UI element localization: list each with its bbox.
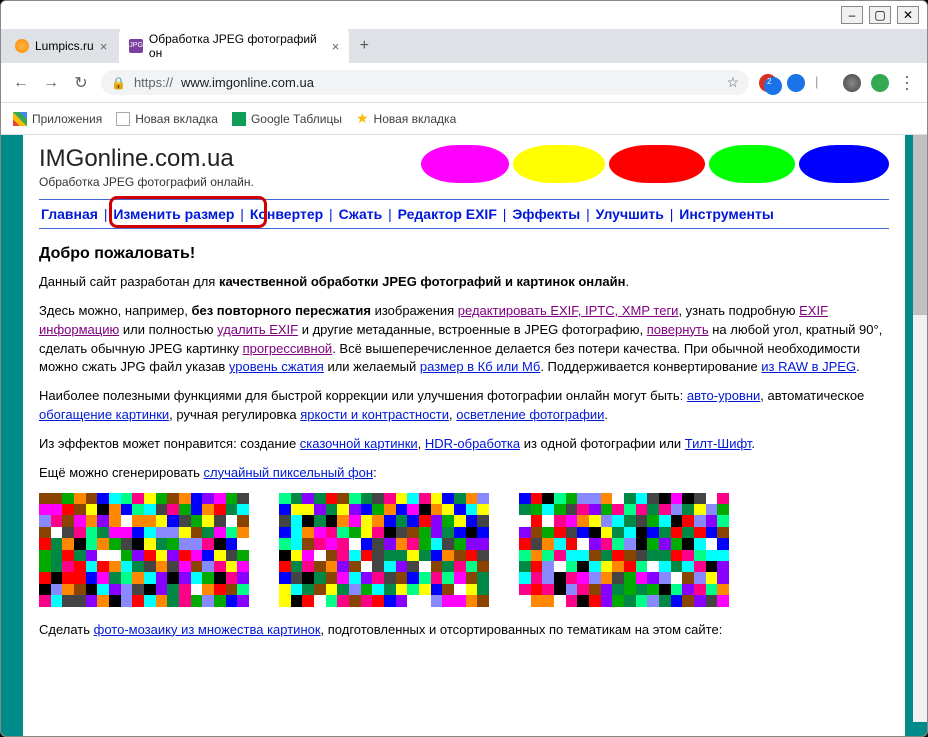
link-mosaic[interactable]: фото-мозаику из множества картинок <box>94 622 321 637</box>
link-raw-jpeg[interactable]: из RAW в JPEG <box>761 359 856 374</box>
link-progressive[interactable]: прогрессивной <box>243 341 333 356</box>
window-titlebar: – ▢ ✕ <box>1 1 927 29</box>
link-auto-levels[interactable]: авто-уровни <box>687 388 760 403</box>
mosaic-paragraph: Сделать фото-мозаику из множества картин… <box>39 621 889 640</box>
browser-window: – ▢ ✕ Lumpics.ru × JPG Обработка JPEG фо… <box>0 0 928 737</box>
link-edit-exif[interactable]: редактировать EXIF, IPTC, XMP теги <box>458 303 679 318</box>
features-paragraph: Здесь можно, например, без повторного пе… <box>39 302 889 377</box>
bookmark-sheets[interactable]: Google Таблицы <box>232 112 342 126</box>
tab-title: Обработка JPEG фотографий он <box>149 32 326 60</box>
bookmark-new-tab-1[interactable]: Новая вкладка <box>116 112 218 126</box>
tab-close-icon[interactable]: × <box>100 39 108 54</box>
profile-avatar[interactable] <box>843 74 861 92</box>
bookmark-new-tab-2[interactable]: ★Новая вкладка <box>356 110 456 127</box>
tab-lumpics[interactable]: Lumpics.ru × <box>5 33 117 60</box>
color-blobs <box>421 145 889 183</box>
tab-imgonline[interactable]: JPG Обработка JPEG фотографий он × <box>119 26 349 66</box>
menu-button[interactable]: ⋯ <box>899 74 917 92</box>
vertical-scrollbar[interactable] <box>913 135 927 722</box>
tab-close-icon[interactable]: × <box>332 39 340 54</box>
nav-улучшить[interactable]: Улучшить <box>594 206 666 222</box>
nav-сжать[interactable]: Сжать <box>337 206 385 222</box>
tab-strip: Lumpics.ru × JPG Обработка JPEG фотограф… <box>1 29 927 63</box>
bookmarks-bar: Приложения Новая вкладка Google Таблицы … <box>1 103 927 135</box>
favicon-icon: JPG <box>129 39 143 53</box>
star-icon: ★ <box>356 110 369 127</box>
new-tab-button[interactable]: + <box>351 33 377 59</box>
doc-icon <box>116 112 130 126</box>
bookmark-apps[interactable]: Приложения <box>13 112 102 126</box>
link-compression[interactable]: уровень сжатия <box>229 359 324 374</box>
link-size-kb[interactable]: размер в Кб или Мб <box>420 359 540 374</box>
url-host: www.imgonline.com.ua <box>181 75 314 90</box>
nav-изменить-размер[interactable]: Изменить размер <box>111 206 236 222</box>
link-enrich[interactable]: обогащение картинки <box>39 407 169 422</box>
lock-icon: 🔒 <box>111 76 126 90</box>
forward-button[interactable]: → <box>41 73 61 93</box>
pixel-sample-3 <box>519 493 729 607</box>
pixel-sample-1 <box>39 493 249 607</box>
nav-инструменты[interactable]: Инструменты <box>677 206 776 222</box>
page-viewport[interactable]: IMGonline.com.ua Обработка JPEG фотограф… <box>1 135 927 736</box>
sheets-icon <box>232 112 246 126</box>
link-fairy[interactable]: сказочной картинки <box>300 436 418 451</box>
pixel-bg-paragraph: Ещё можно сгенерировать случайный пиксел… <box>39 464 889 483</box>
site-title: IMGonline.com.ua <box>39 145 254 173</box>
effects-paragraph: Из эффектов может понравится: создание с… <box>39 435 889 454</box>
page-content: IMGonline.com.ua Обработка JPEG фотограф… <box>23 135 905 736</box>
link-lighten[interactable]: осветление фотографии <box>456 407 604 422</box>
nav-главная[interactable]: Главная <box>39 206 100 222</box>
site-subtitle: Обработка JPEG фотографий онлайн. <box>39 175 254 189</box>
extension-opera-icon[interactable]: 2 <box>759 74 777 92</box>
minimize-button[interactable]: – <box>841 6 863 24</box>
welcome-heading: Добро пожаловать! <box>39 245 889 263</box>
link-pixel-bg[interactable]: случайный пиксельный фон <box>204 465 374 480</box>
nav-конвертер[interactable]: Конвертер <box>248 206 325 222</box>
bookmark-star-icon[interactable]: ☆ <box>726 74 739 91</box>
link-brightness[interactable]: яркости и контрастности <box>300 407 449 422</box>
pixel-samples <box>39 493 889 607</box>
scrollbar-thumb[interactable] <box>913 135 927 315</box>
nav-редактор-exif[interactable]: Редактор EXIF <box>396 206 499 222</box>
tab-title: Lumpics.ru <box>35 39 94 53</box>
apps-icon <box>13 112 27 126</box>
link-rotate[interactable]: повернуть <box>647 322 709 337</box>
extension-globe-icon[interactable] <box>787 74 805 92</box>
close-button[interactable]: ✕ <box>897 6 919 24</box>
back-button[interactable]: ← <box>11 73 31 93</box>
address-bar[interactable]: 🔒 https:// www.imgonline.com.ua ☆ <box>101 70 749 95</box>
site-nav: Главная | Изменить размер | Конвертер | … <box>39 199 889 229</box>
extension-icons: 2 | ⋯ <box>759 74 917 92</box>
correction-paragraph: Наиболее полезными функциями для быстрой… <box>39 387 889 425</box>
toolbar: ← → ↻ 🔒 https:// www.imgonline.com.ua ☆ 2… <box>1 63 927 103</box>
reload-button[interactable]: ↻ <box>71 73 91 93</box>
pixel-sample-2 <box>279 493 489 607</box>
intro-paragraph: Данный сайт разработан для качественной … <box>39 273 889 292</box>
link-tilt-shift[interactable]: Тилт-Шифт <box>685 436 752 451</box>
extension-green-icon[interactable] <box>871 74 889 92</box>
nav-эффекты[interactable]: Эффекты <box>510 206 582 222</box>
link-delete-exif[interactable]: удалить EXIF <box>217 322 298 337</box>
maximize-button[interactable]: ▢ <box>869 6 891 24</box>
url-scheme: https:// <box>134 75 173 90</box>
favicon-icon <box>15 39 29 53</box>
link-hdr[interactable]: HDR-обработка <box>425 436 520 451</box>
